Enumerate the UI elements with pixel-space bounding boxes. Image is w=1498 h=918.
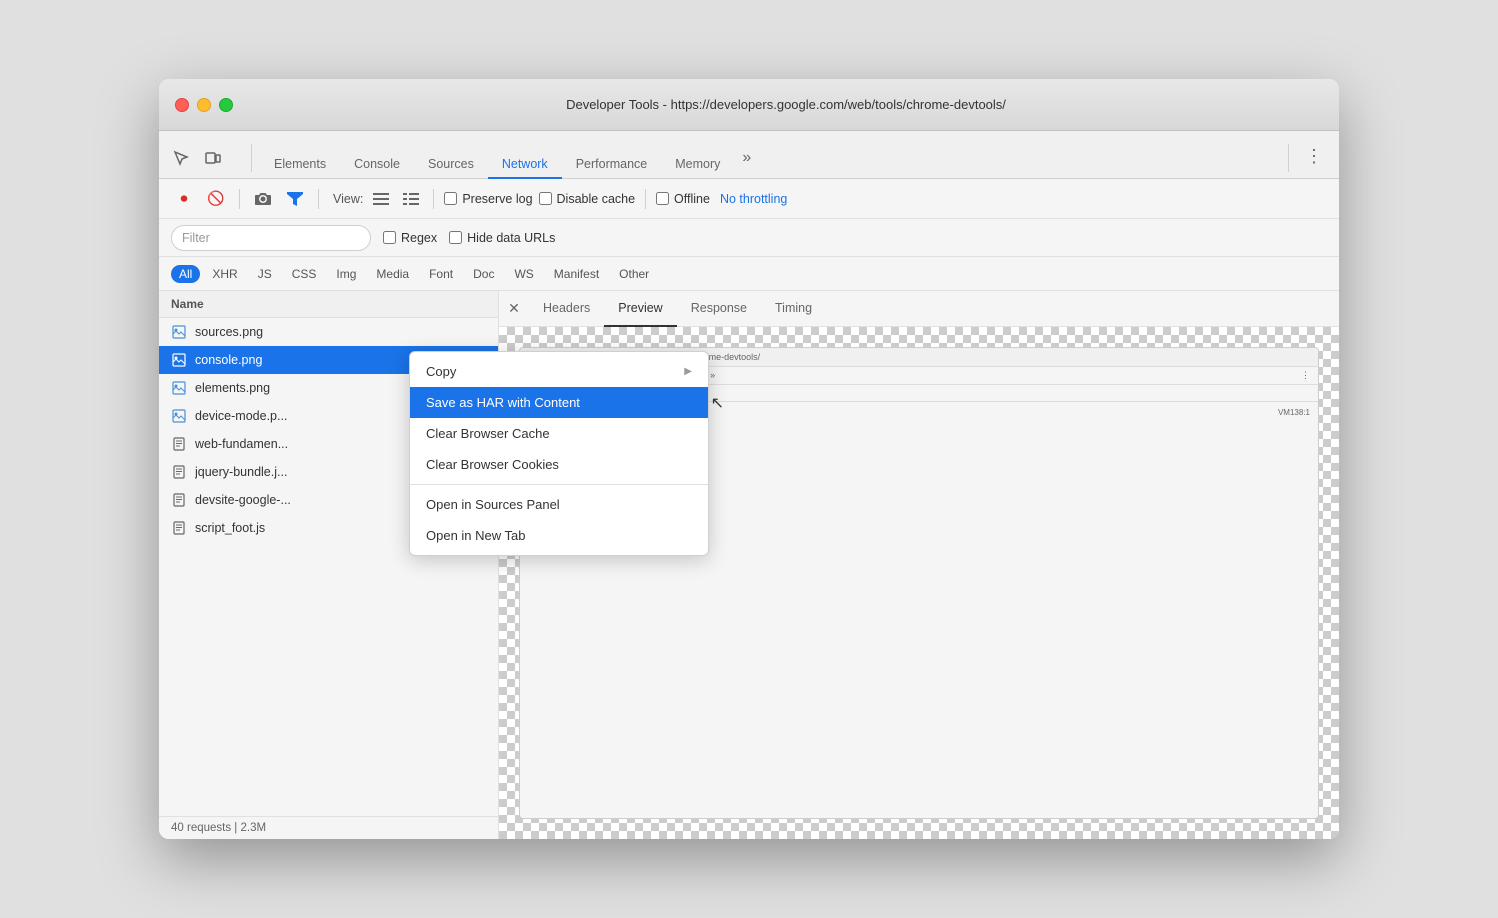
- file-icon-img: [171, 324, 187, 340]
- filter-bar: Regex Hide data URLs: [159, 219, 1339, 257]
- type-ws-button[interactable]: WS: [506, 265, 541, 283]
- disable-cache-label: Disable cache: [557, 192, 636, 206]
- file-name-sources: sources.png: [195, 325, 486, 339]
- titlebar: Developer Tools - https://developers.goo…: [159, 79, 1339, 131]
- tab-console[interactable]: Console: [340, 151, 414, 179]
- hide-data-urls-label: Hide data URLs: [467, 231, 555, 245]
- preview-close-button[interactable]: ✕: [499, 291, 529, 327]
- tab-elements[interactable]: Elements: [260, 151, 340, 179]
- file-icon-img-device: [171, 408, 187, 424]
- file-item-sources[interactable]: sources.png: [159, 318, 498, 346]
- file-icon-doc-script: [171, 520, 187, 536]
- file-list-header: Name: [159, 291, 498, 318]
- preview-tabs: ✕ Headers Preview Response Timing: [499, 291, 1339, 327]
- type-other-button[interactable]: Other: [611, 265, 657, 283]
- type-font-button[interactable]: Font: [421, 265, 461, 283]
- request-count: 40 requests | 2.3M: [171, 822, 266, 834]
- devtools-menu-button[interactable]: ⋮: [1297, 140, 1331, 173]
- cursor-icon: ↖: [711, 393, 724, 413]
- offline-group[interactable]: Offline: [656, 192, 710, 206]
- tab-sources[interactable]: Sources: [414, 151, 488, 179]
- type-img-button[interactable]: Img: [328, 265, 364, 283]
- view-list-button[interactable]: [369, 187, 393, 211]
- hide-data-urls-checkbox[interactable]: [449, 231, 462, 244]
- tab-performance[interactable]: Performance: [562, 151, 662, 179]
- context-menu-clear-cache[interactable]: Clear Browser Cache: [410, 418, 708, 449]
- offline-label: Offline: [674, 192, 710, 206]
- traffic-lights: [175, 98, 233, 112]
- type-doc-button[interactable]: Doc: [465, 265, 502, 283]
- toolbar-icons: [167, 144, 227, 178]
- maximize-button[interactable]: [219, 98, 233, 112]
- disable-cache-checkbox[interactable]: [539, 192, 552, 205]
- regex-group[interactable]: Regex: [383, 231, 437, 245]
- network-toolbar: ⏺ 🚫 View:: [159, 179, 1339, 219]
- toolbar-sep-4: [645, 189, 646, 209]
- tab-memory[interactable]: Memory: [661, 151, 734, 179]
- view-label: View:: [333, 192, 363, 206]
- preview-tab-headers[interactable]: Headers: [529, 291, 604, 327]
- type-xhr-button[interactable]: XHR: [204, 265, 245, 283]
- preserve-log-checkbox[interactable]: [444, 192, 457, 205]
- toolbar-sep-3: [433, 189, 434, 209]
- copy-arrow: ▶: [684, 366, 692, 377]
- preserve-log-label: Preserve log: [462, 192, 532, 206]
- tab-network[interactable]: Network: [488, 151, 562, 179]
- filter-icon[interactable]: [282, 186, 308, 212]
- type-media-button[interactable]: Media: [368, 265, 417, 283]
- mini-code-ref: VM138:1: [1278, 408, 1310, 417]
- device-mode-icon[interactable]: [199, 144, 227, 172]
- tab-bar: Elements Console Sources Network Perform…: [159, 131, 1339, 179]
- devtools-panel: Elements Console Sources Network Perform…: [159, 131, 1339, 839]
- preview-tab-preview[interactable]: Preview: [604, 291, 676, 327]
- inspect-icon[interactable]: [167, 144, 195, 172]
- filter-input[interactable]: [171, 225, 371, 251]
- toolbar-sep-2: [318, 189, 319, 209]
- disable-cache-group[interactable]: Disable cache: [539, 192, 636, 206]
- context-menu-save-har[interactable]: Save as HAR with Content ↖: [410, 387, 708, 418]
- devtools-window: Developer Tools - https://developers.goo…: [159, 79, 1339, 839]
- type-all-button[interactable]: All: [171, 265, 200, 283]
- context-menu-open-new-tab[interactable]: Open in New Tab: [410, 520, 708, 551]
- preview-tab-timing[interactable]: Timing: [761, 291, 826, 327]
- context-menu-copy[interactable]: Copy ▶: [410, 356, 708, 387]
- offline-checkbox[interactable]: [656, 192, 669, 205]
- hide-data-urls-group[interactable]: Hide data URLs: [449, 231, 555, 245]
- context-menu-open-sources[interactable]: Open in Sources Panel: [410, 489, 708, 520]
- content-area: Name sources.png: [159, 291, 1339, 839]
- regex-checkbox[interactable]: [383, 231, 396, 244]
- type-manifest-button[interactable]: Manifest: [546, 265, 607, 283]
- minimize-button[interactable]: [197, 98, 211, 112]
- tab-divider-1: [251, 144, 252, 172]
- file-icon-img-elements: [171, 380, 187, 396]
- context-menu-clear-cookies[interactable]: Clear Browser Cookies: [410, 449, 708, 480]
- view-detail-button[interactable]: [399, 187, 423, 211]
- record-button[interactable]: ⏺: [171, 186, 197, 212]
- file-icon-img-console: [171, 352, 187, 368]
- type-js-button[interactable]: JS: [250, 265, 280, 283]
- file-icon-doc-jquery: [171, 464, 187, 480]
- file-icon-doc-devsite: [171, 492, 187, 508]
- menu-separator: [410, 484, 708, 485]
- preview-tab-response[interactable]: Response: [677, 291, 761, 327]
- tab-divider-2: [1288, 144, 1289, 172]
- type-css-button[interactable]: CSS: [284, 265, 325, 283]
- toolbar-sep-1: [239, 189, 240, 209]
- throttling-label: No throttling: [720, 192, 787, 206]
- status-bar: 40 requests | 2.3M: [159, 816, 498, 839]
- more-tabs-button[interactable]: »: [734, 143, 759, 173]
- clear-button[interactable]: 🚫: [203, 186, 229, 212]
- window-title: Developer Tools - https://developers.goo…: [249, 97, 1323, 112]
- context-menu: Copy ▶ Save as HAR with Content ↖ Clear …: [409, 351, 709, 556]
- camera-button[interactable]: [250, 186, 276, 212]
- regex-label: Regex: [401, 231, 437, 245]
- type-filter-bar: All XHR JS CSS Img Media Font Doc WS Man…: [159, 257, 1339, 291]
- preserve-log-group[interactable]: Preserve log: [444, 192, 532, 206]
- close-button[interactable]: [175, 98, 189, 112]
- file-icon-doc-web: [171, 436, 187, 452]
